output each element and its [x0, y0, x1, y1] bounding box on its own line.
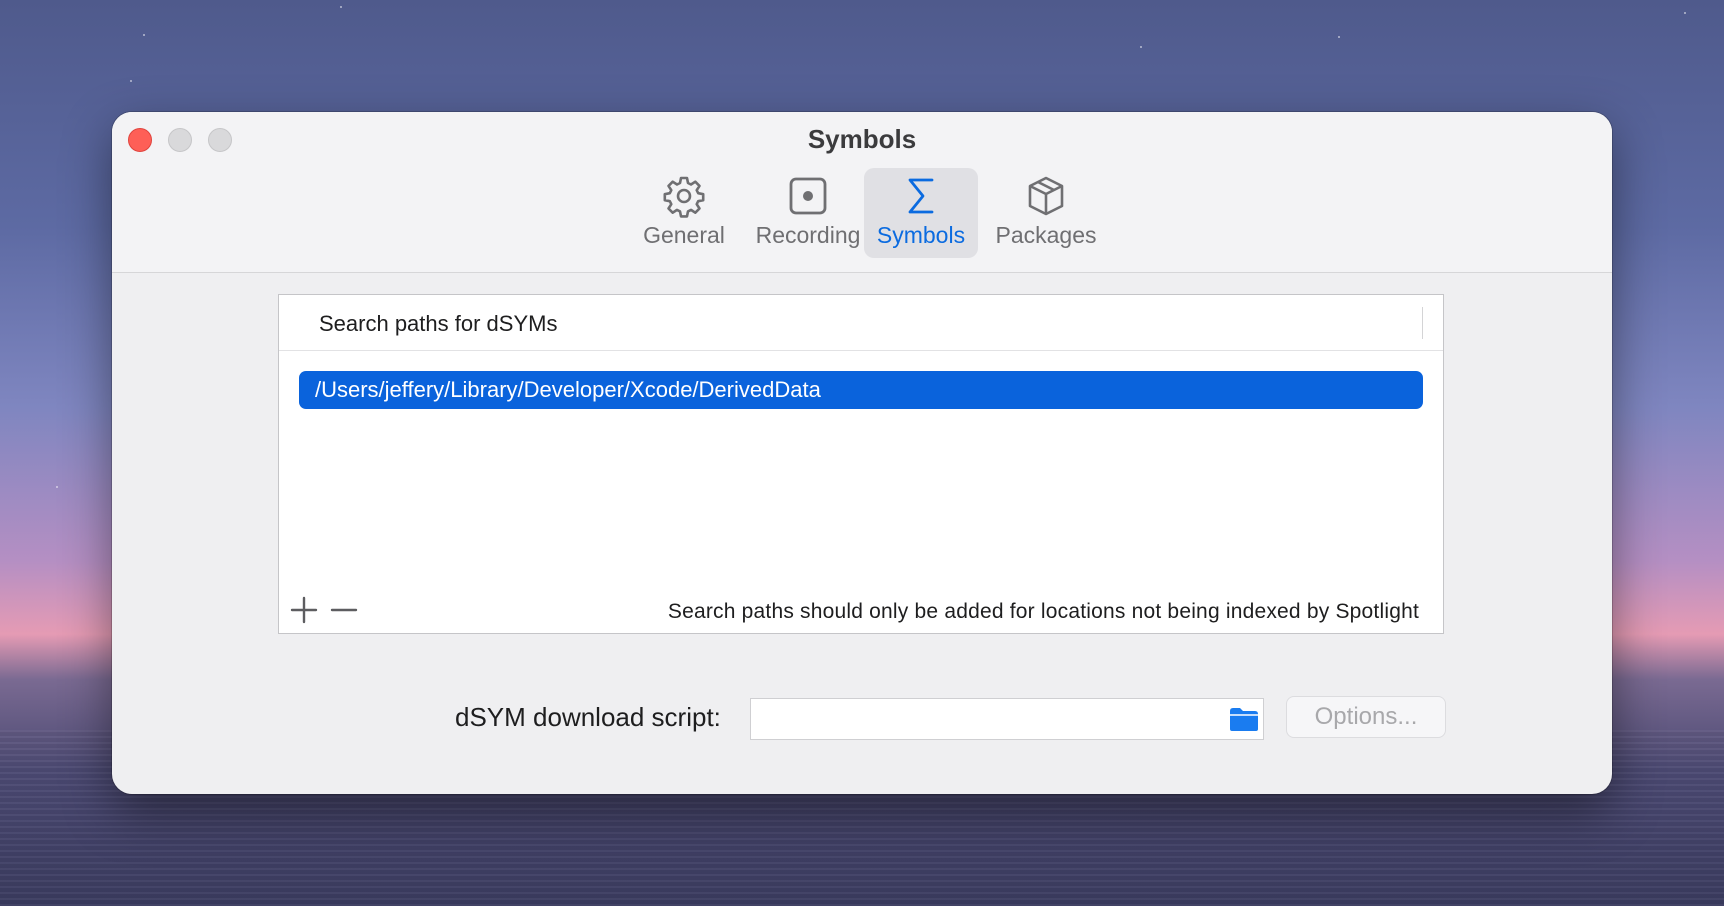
remove-path-button[interactable] — [329, 595, 359, 625]
window-title: Symbols — [807, 124, 917, 154]
wallpaper-star — [56, 486, 58, 488]
package-icon — [1028, 176, 1064, 216]
tab-general-label: General — [643, 222, 725, 248]
sigma-icon — [908, 178, 934, 214]
search-path-row[interactable]: /Users/jeffery/Library/Developer/Xcode/D… — [299, 371, 1423, 409]
search-paths-hint: Search paths should only be added for lo… — [667, 600, 1419, 623]
tab-recording[interactable]: Recording — [746, 168, 870, 258]
add-path-button[interactable] — [289, 595, 319, 625]
column-divider — [1422, 307, 1423, 339]
tab-packages-label: Packages — [995, 222, 1097, 248]
record-icon — [789, 177, 827, 215]
wallpaper-star — [1684, 12, 1686, 14]
tab-symbols[interactable]: Symbols — [864, 168, 978, 258]
folder-icon[interactable] — [1229, 705, 1259, 733]
options-button[interactable]: Options... — [1286, 696, 1446, 738]
download-script-field[interactable] — [750, 698, 1264, 740]
search-paths-header-label: Search paths for dSYMs — [319, 311, 558, 336]
preferences-window: Symbols General Recording Symbols Packag… — [112, 112, 1612, 794]
wallpaper-star — [340, 6, 342, 8]
wallpaper-star — [1140, 46, 1142, 48]
tab-packages[interactable]: Packages — [984, 168, 1108, 258]
wallpaper-star — [1338, 36, 1340, 38]
minus-icon — [330, 608, 358, 612]
tab-recording-label: Recording — [755, 222, 861, 248]
plus-icon — [290, 596, 318, 624]
download-script-label: dSYM download script: — [455, 702, 721, 732]
gear-icon — [663, 176, 705, 218]
titlebar: Symbols General Recording Symbols Packag… — [112, 112, 1612, 273]
wallpaper-star — [143, 34, 145, 36]
tab-general[interactable]: General — [622, 168, 746, 258]
wallpaper-star — [130, 80, 132, 82]
search-paths-table: Search paths for dSYMs /Users/jeffery/Li… — [278, 294, 1444, 634]
search-path-text: /Users/jeffery/Library/Developer/Xcode/D… — [315, 377, 821, 402]
search-paths-header: Search paths for dSYMs — [279, 295, 1443, 351]
tab-symbols-label: Symbols — [876, 222, 966, 248]
